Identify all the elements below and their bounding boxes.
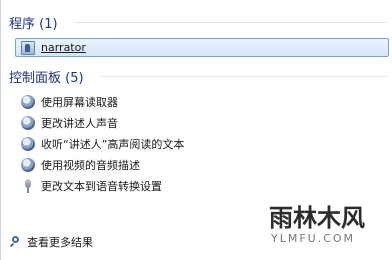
control-panel-item-audio-description[interactable]: 使用视频的音频描述 (21, 156, 140, 173)
control-panel-divider (101, 76, 387, 77)
control-panel-item-label: 更改文本到语音转换设置 (41, 179, 162, 193)
control-panel-section-title: 控制面板 (5) (9, 71, 84, 86)
see-more-results-label: 查看更多结果 (27, 236, 93, 249)
control-panel-item-screen-reader[interactable]: 使用屏幕读取器 (21, 93, 118, 110)
programs-divider (75, 22, 387, 23)
control-panel-item-label: 更改讲述人声音 (41, 116, 118, 130)
programs-section-title: 程序 (1) (9, 17, 58, 32)
ease-of-access-icon (21, 136, 35, 151)
watermark: 雨林木风 YLMFU.COM (263, 196, 391, 258)
control-panel-item-narrator-voice[interactable]: 更改讲述人声音 (21, 114, 118, 131)
watermark-url-text: YLMFU.COM (271, 232, 356, 245)
program-item-label: narrator (41, 41, 86, 54)
control-panel-item-tts-settings[interactable]: 更改文本到语音转换设置 (21, 177, 162, 194)
watermark-logo-text: 雨林木风 (269, 204, 365, 232)
control-panel-item-label: 使用屏幕读取器 (41, 95, 118, 109)
ease-of-access-icon (21, 115, 35, 130)
program-icon (21, 40, 35, 55)
control-panel-item-label: 使用视频的音频描述 (41, 158, 140, 172)
control-panel-item-label: 收听“讲述人”高声阅读的文本 (41, 137, 185, 151)
program-item-narrator[interactable]: narrator (21, 39, 86, 56)
microphone-icon (21, 178, 35, 193)
control-panel-item-hear-text[interactable]: 收听“讲述人”高声阅读的文本 (21, 135, 184, 152)
start-search-results-panel: 程序 (1) narrator 控制面板 (5) 使用屏幕读取器 更改讲述人声音… (0, 0, 392, 260)
search-icon (9, 236, 21, 248)
see-more-results-link[interactable]: 查看更多结果 (9, 234, 93, 250)
ease-of-access-icon (21, 157, 35, 172)
ease-of-access-icon (21, 94, 35, 109)
